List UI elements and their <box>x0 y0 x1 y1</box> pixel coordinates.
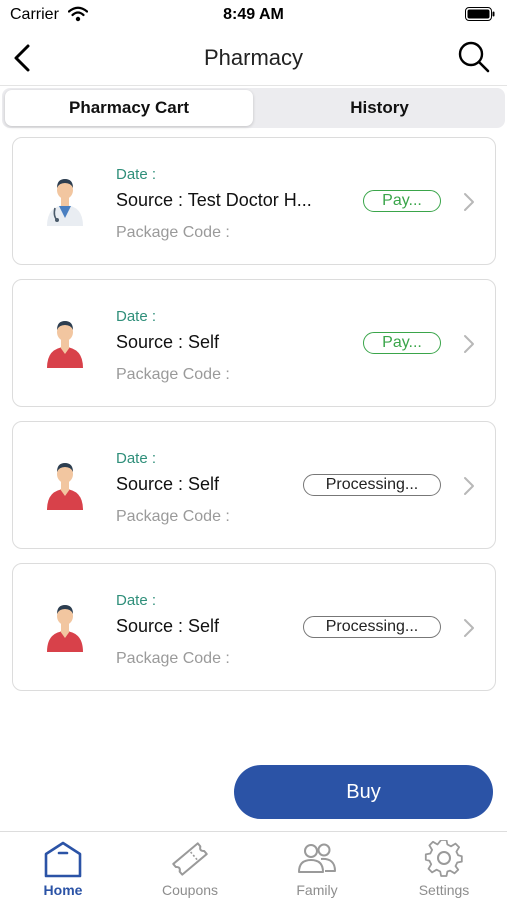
page-title: Pharmacy <box>203 45 304 70</box>
search-icon[interactable] <box>457 40 491 74</box>
patient-avatar-icon <box>47 321 83 368</box>
status-badge: Pay... <box>363 332 441 354</box>
patient-avatar-icon <box>47 463 83 510</box>
tab-settings[interactable]: Settings <box>381 832 507 900</box>
chevron-right-icon <box>464 619 474 637</box>
order-date-label: Date : <box>116 592 157 609</box>
tab-bar: Home Coupons Family Settings <box>0 831 507 900</box>
tab-history[interactable]: History <box>256 90 503 126</box>
order-source: Source : Self <box>116 332 220 352</box>
order-date-label: Date : <box>116 166 157 183</box>
doctor-avatar-icon <box>47 179 83 226</box>
order-date-label: Date : <box>116 308 157 325</box>
tab-family[interactable]: Family <box>254 832 380 900</box>
order-card[interactable]: Date : Source : Test Doctor H... Pay... … <box>12 137 496 265</box>
battery-icon <box>465 7 495 21</box>
settings-icon <box>424 840 463 877</box>
patient-avatar-icon <box>47 605 83 652</box>
segmented-control: Pharmacy Cart History <box>2 88 505 128</box>
status-bar: Carrier 8:49 AM <box>0 0 507 30</box>
order-card[interactable]: Date : Source : Self Processing... Packa… <box>12 563 496 691</box>
status-badge: Processing... <box>303 616 441 638</box>
package-code-label: Package Code : <box>116 508 230 525</box>
tab-coupons-label: Coupons <box>161 882 219 898</box>
status-badge: Processing... <box>303 474 441 496</box>
tab-home-label: Home <box>43 882 83 898</box>
tab-family-label: Family <box>296 882 338 898</box>
chevron-right-icon <box>464 335 474 353</box>
order-source: Source : Self <box>116 616 220 636</box>
tab-pharmacy-cart[interactable]: Pharmacy Cart <box>5 90 253 126</box>
package-code-label: Package Code : <box>116 224 230 241</box>
order-card[interactable]: Date : Source : Self Processing... Packa… <box>12 421 496 549</box>
status-time: 8:49 AM <box>223 6 284 23</box>
package-code-label: Package Code : <box>116 366 230 383</box>
home-icon <box>44 841 82 878</box>
order-date-label: Date : <box>116 450 157 467</box>
tab-coupons[interactable]: Coupons <box>127 832 253 900</box>
order-card[interactable]: Date : Source : Self Pay... Package Code… <box>12 279 496 407</box>
order-source: Source : Self <box>116 474 220 494</box>
buy-button[interactable]: Buy <box>234 765 493 819</box>
chevron-right-icon <box>464 477 474 495</box>
package-code-label: Package Code : <box>116 650 230 667</box>
navigation-bar: Pharmacy <box>0 30 507 86</box>
family-icon <box>298 843 336 873</box>
chevron-right-icon <box>464 193 474 211</box>
coupon-icon <box>172 842 208 876</box>
status-badge: Pay... <box>363 190 441 212</box>
tab-home[interactable]: Home <box>0 832 126 900</box>
order-source: Source : Test Doctor H... <box>116 190 312 210</box>
tab-settings-label: Settings <box>418 882 470 898</box>
